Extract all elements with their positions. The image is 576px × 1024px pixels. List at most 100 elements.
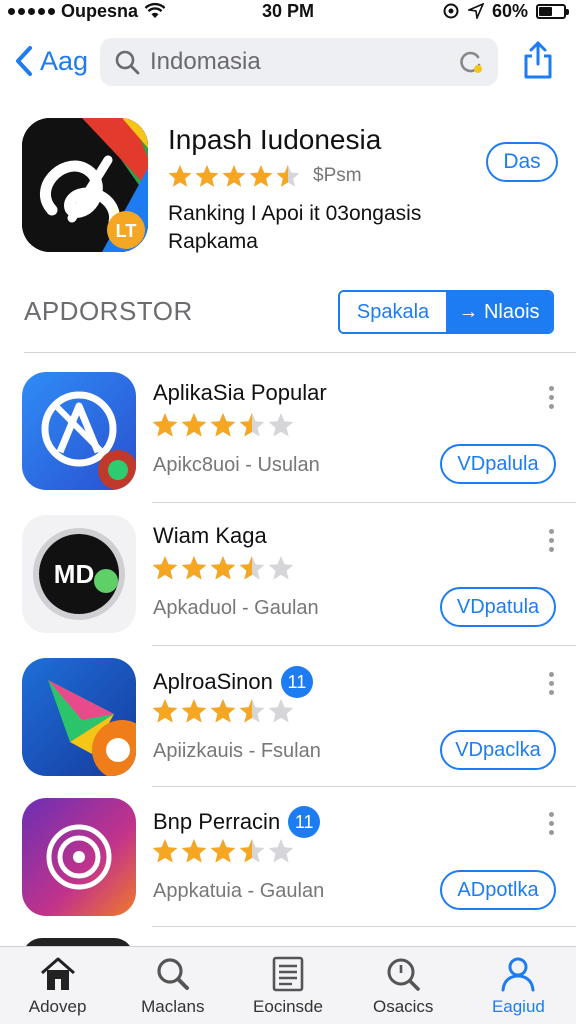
app-subtitle: Appkatuia - Gaulan [153,880,325,902]
back-button[interactable]: Aag [12,44,88,78]
tab-label: Eocinsde [253,997,323,1016]
app-title-text: Bnp Perracin [153,809,281,834]
star-filled-icon [210,413,236,437]
app-icon: MD [22,515,136,633]
star-filled-icon [210,699,236,723]
app-action-button[interactable]: ADpotlka [440,870,556,910]
tab-label: Osacics [372,997,434,1016]
featured-app-price: $Psm [313,165,362,186]
app-title-text: Wiam Kaga [153,523,267,548]
tab-label: Eagiud [491,997,545,1016]
back-label: Aag [40,45,89,76]
star-filled-icon [181,413,207,437]
star-empty-icon [268,699,294,723]
app-subtitle: Apiizkauis - Fsulan [153,740,321,762]
star-filled-icon [210,556,236,580]
status-right: 60% [442,0,569,22]
star-filled-icon [249,165,273,187]
tab-search-2[interactable]: Osacics [346,947,461,1024]
user-icon [501,957,535,992]
divider [152,786,576,787]
divider [152,926,576,927]
app-title-text: AplroaSinon [153,669,273,694]
featured-app-get-button[interactable]: Das [486,142,558,182]
list-item[interactable]: AplroaSinon 11 Apiizkauis - Fsulan VDpac… [0,658,576,786]
location-icon [467,3,484,19]
star-filled-icon [210,839,236,863]
featured-app-rating: $Psm [168,164,362,188]
star-empty-icon [268,556,294,580]
battery-percent: 60% [491,0,528,21]
tab-search[interactable]: Maclans [115,947,230,1024]
divider [152,645,576,646]
star-filled-icon [181,699,207,723]
more-icon[interactable] [546,672,556,700]
update-badge: 11 [288,806,321,838]
section-title: APDORSTOR [24,296,193,326]
list-item[interactable]: AplikaSia Popular Apikc8uoi - Usulan VDp… [0,372,576,500]
more-icon[interactable] [546,386,556,414]
app-title: AplikaSia Popular [153,380,327,406]
target-app-icon [22,798,136,916]
search-icon [115,50,140,75]
star-filled-icon [181,556,207,580]
star-filled-icon [195,165,219,187]
segment-right[interactable]: → Nlaois [446,292,552,332]
search-bar[interactable] [100,38,498,86]
list-item[interactable]: Bnp Perracin 11 Appkatuia - Gaulan ADpot… [0,798,576,926]
app-logo-icon: LT [22,118,148,252]
status-bar: Oupesna 30 PM 60% [0,0,576,24]
star-filled-icon [181,839,207,863]
app-action-button[interactable]: VDpalula [440,444,556,484]
home-icon [40,957,75,990]
star-rating-icon [152,839,294,863]
app-title: Bnp Perracin 11 [153,806,321,838]
tab-home[interactable]: Adovep [0,947,115,1024]
description-line: Rapkama [168,230,258,253]
app-action-button[interactable]: VDpatula [440,587,556,627]
battery-icon [536,3,569,19]
search-input[interactable] [150,48,458,76]
segment-left[interactable]: Spakala [340,292,446,332]
featured-app-icon[interactable]: LT [22,118,148,252]
share-icon[interactable] [522,40,554,80]
app-subtitle: Apikc8uoi - Usulan [153,454,320,476]
star-filled-icon [152,839,178,863]
chevron-left-icon [16,46,32,76]
alarm-icon [443,3,459,19]
app-icon [22,658,136,776]
refresh-icon[interactable] [458,49,484,75]
featured-app: LT Inpash Iudonesia $Psm Ranking I Apoi … [0,118,576,258]
tab-bar: Adovep Maclans Eocinsde Osacics Eagiud [0,946,576,1024]
battery-fill [539,6,552,16]
divider [24,352,576,353]
app-icon [22,372,136,490]
more-icon[interactable] [546,812,556,840]
app-icon [22,798,136,916]
star-rating-icon [152,556,294,580]
star-empty-icon [268,413,294,437]
star-empty-icon [268,839,294,863]
nav-bar: Aag [0,36,576,90]
app-title-text: AplikaSia Popular [153,380,327,405]
star-filled-icon [152,413,178,437]
star-filled-icon [152,556,178,580]
more-icon[interactable] [546,529,556,557]
featured-app-description: Ranking I Apoi it 03ongasis Rapkama [168,200,488,256]
app-action-button[interactable]: VDpaclka [440,730,556,770]
divider [152,502,576,503]
featured-app-title: Inpash Iudonesia [168,124,382,155]
list-item[interactable]: MD Wiam Kaga Apkaduol - Gaulan VDpatula [0,515,576,643]
star-rating-icon [152,699,294,723]
app-subtitle: Apkaduol - Gaulan [153,597,319,619]
tab-profile[interactable]: Eagiud [461,947,576,1024]
star-filled-icon [168,165,192,187]
play-app-icon [22,658,136,776]
tab-list[interactable]: Eocinsde [230,947,345,1024]
app-title: AplroaSinon 11 [153,666,313,698]
star-rating-icon [168,165,300,187]
svg-text:LT: LT [116,221,137,241]
compass-app-icon [22,372,136,490]
segmented-control: Spakala → Nlaois [338,290,554,334]
media-app-icon: MD [22,515,136,633]
